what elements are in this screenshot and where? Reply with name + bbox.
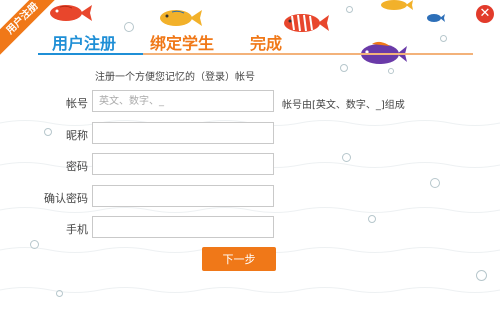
account-label: 帐号 xyxy=(66,97,88,110)
bubble-icon xyxy=(430,178,440,188)
bubble-icon xyxy=(388,68,394,74)
phone-label: 手机 xyxy=(66,223,88,236)
bubble-icon xyxy=(56,290,63,297)
next-step-button[interactable]: 下一步 xyxy=(202,247,276,271)
background-wave xyxy=(0,287,500,293)
bubble-icon xyxy=(368,215,376,223)
tab-divider xyxy=(143,53,473,55)
bubble-icon xyxy=(340,64,348,72)
nickname-input[interactable] xyxy=(92,122,274,144)
bubble-icon xyxy=(30,240,39,249)
intro-text: 注册一个方便您记忆的（登录）帐号 xyxy=(95,72,255,83)
account-input[interactable] xyxy=(92,90,274,112)
bubble-icon xyxy=(346,6,353,13)
phone-input[interactable] xyxy=(92,216,274,238)
account-hint: 帐号由[英文、数字、_]组成 xyxy=(282,100,405,111)
password-label: 密码 xyxy=(66,160,88,173)
tab-register[interactable]: 用户注册 xyxy=(52,30,116,54)
tab-bind-student[interactable]: 绑定学生 xyxy=(150,30,214,54)
fish-icon xyxy=(160,10,202,26)
close-icon[interactable]: ✕ xyxy=(476,5,494,23)
fish-icon xyxy=(427,14,445,22)
fish-icon xyxy=(381,0,413,10)
bubble-icon xyxy=(342,153,351,162)
bubble-icon xyxy=(476,270,487,281)
active-tab-indicator xyxy=(38,53,143,55)
nickname-label: 昵称 xyxy=(66,129,88,142)
tab-complete[interactable]: 完成 xyxy=(250,30,282,54)
register-dialog: 用户注册 ✕ 用户注册 绑定学生 完成 注册一个方便您记忆的（登录）帐号 帐号 … xyxy=(0,0,500,315)
confirm-password-input[interactable] xyxy=(92,185,274,207)
password-input[interactable] xyxy=(92,153,274,175)
confirm-password-label: 确认密码 xyxy=(44,192,88,205)
